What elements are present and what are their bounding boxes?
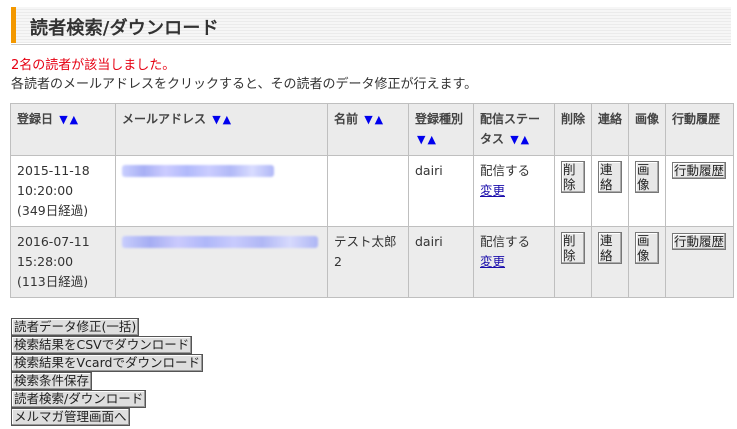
elapsed-days: (349日経過) [17, 203, 89, 218]
column-reg-type-label: 登録種別 [415, 112, 464, 126]
sort-desc-name[interactable]: ▼ [364, 113, 372, 126]
email-link[interactable] [122, 236, 318, 251]
status-cell: 配信する 変更 [473, 155, 555, 227]
column-name: 名前 ▼ ▲ [327, 103, 409, 156]
sort-desc-reg-type[interactable]: ▼ [417, 133, 425, 146]
sort-asc-email[interactable]: ▲ [223, 113, 231, 126]
sort-desc-registered[interactable]: ▼ [59, 113, 67, 126]
table-header-row: 登録日 ▼ ▲ メールアドレス ▼ ▲ 名前 ▼ ▲ 登録種別 ▼ ▲ 配信ステータス … [10, 103, 734, 156]
elapsed-days: (113日経過) [17, 274, 89, 289]
reg-type-cell: dairi [408, 226, 474, 298]
page-title: 読者検索/ダウンロード [30, 18, 219, 39]
name-cell [327, 155, 409, 227]
sort-asc-status[interactable]: ▲ [521, 133, 529, 146]
registered-time: 15:28:00 [17, 254, 74, 269]
table-row: 2015-11-18 10:20:00 (349日経過) dairi 配信する … [10, 155, 734, 227]
history-cell: 行動履歴 [665, 226, 734, 298]
csv-download-button[interactable]: 検索結果をCSVでダウンロード [11, 336, 193, 354]
column-status: 配信ステータス ▼ ▲ [473, 103, 555, 156]
change-status-link[interactable]: 変更 [480, 183, 505, 198]
image-cell: 画像 [628, 226, 666, 298]
history-button[interactable]: 行動履歴 [672, 233, 727, 250]
image-cell: 画像 [628, 155, 666, 227]
delete-cell: 削除 [554, 155, 592, 227]
column-contact: 連絡 [591, 103, 629, 156]
action-buttons: 読者データ修正(一括) 検索結果をCSVでダウンロード 検索結果をVcardでダ… [11, 318, 203, 426]
contact-cell: 連絡 [591, 226, 629, 298]
back-to-admin-button[interactable]: メルマガ管理画面へ [11, 408, 130, 426]
result-count-message: 2名の読者が該当しました。 [11, 58, 176, 73]
status-value: 配信する [480, 234, 531, 249]
table-row: 2016-07-11 15:28:00 (113日経過) テスト太郎2 dair… [10, 226, 734, 298]
contact-cell: 連絡 [591, 155, 629, 227]
registered-date: 2015-11-18 [17, 163, 90, 178]
column-name-label: 名前 [334, 112, 359, 126]
registered-time: 10:20:00 [17, 183, 74, 198]
header-divider [11, 44, 731, 45]
status-value: 配信する [480, 163, 531, 178]
column-delete: 削除 [554, 103, 592, 156]
sort-asc-name[interactable]: ▲ [375, 113, 383, 126]
reg-type-cell: dairi [408, 155, 474, 227]
column-registered: 登録日 ▼ ▲ [10, 103, 116, 156]
save-conditions-button[interactable]: 検索条件保存 [11, 372, 93, 390]
bulk-edit-button[interactable]: 読者データ修正(一括) [11, 318, 140, 336]
delete-button[interactable]: 削除 [561, 232, 585, 264]
sort-desc-status[interactable]: ▼ [510, 133, 518, 146]
sort-asc-reg-type[interactable]: ▲ [427, 133, 435, 146]
email-link[interactable] [122, 165, 274, 180]
column-email-label: メールアドレス [122, 112, 207, 126]
column-registered-label: 登録日 [17, 112, 54, 126]
status-cell: 配信する 変更 [473, 226, 555, 298]
sort-desc-email[interactable]: ▼ [212, 113, 220, 126]
reader-results-table: 登録日 ▼ ▲ メールアドレス ▼ ▲ 名前 ▼ ▲ 登録種別 ▼ ▲ 配信ステータス … [10, 103, 734, 298]
instructions-text: 各読者のメールアドレスをクリックすると、その読者のデータ修正が行えます。 [11, 77, 478, 92]
contact-button[interactable]: 連絡 [598, 232, 622, 264]
change-status-link[interactable]: 変更 [480, 254, 505, 269]
page-header: 読者検索/ダウンロード [11, 7, 731, 43]
column-image: 画像 [628, 103, 666, 156]
registered-date: 2016-07-11 [17, 234, 90, 249]
history-cell: 行動履歴 [665, 155, 734, 227]
name-cell: テスト太郎2 [327, 226, 409, 298]
sort-asc-registered[interactable]: ▲ [70, 113, 78, 126]
history-button[interactable]: 行動履歴 [672, 162, 727, 179]
column-reg-type: 登録種別 ▼ ▲ [408, 103, 474, 156]
delete-cell: 削除 [554, 226, 592, 298]
registered-cell: 2015-11-18 10:20:00 (349日経過) [10, 155, 116, 227]
contact-button[interactable]: 連絡 [598, 161, 622, 193]
image-button[interactable]: 画像 [635, 161, 659, 193]
registered-cell: 2016-07-11 15:28:00 (113日経過) [10, 226, 116, 298]
image-button[interactable]: 画像 [635, 232, 659, 264]
column-history: 行動履歴 [665, 103, 734, 156]
email-cell [115, 226, 328, 298]
delete-button[interactable]: 削除 [561, 161, 585, 193]
search-download-button[interactable]: 読者検索/ダウンロード [11, 390, 147, 408]
email-cell [115, 155, 328, 227]
column-email: メールアドレス ▼ ▲ [115, 103, 328, 156]
vcard-download-button[interactable]: 検索結果をVcardでダウンロード [11, 354, 203, 372]
